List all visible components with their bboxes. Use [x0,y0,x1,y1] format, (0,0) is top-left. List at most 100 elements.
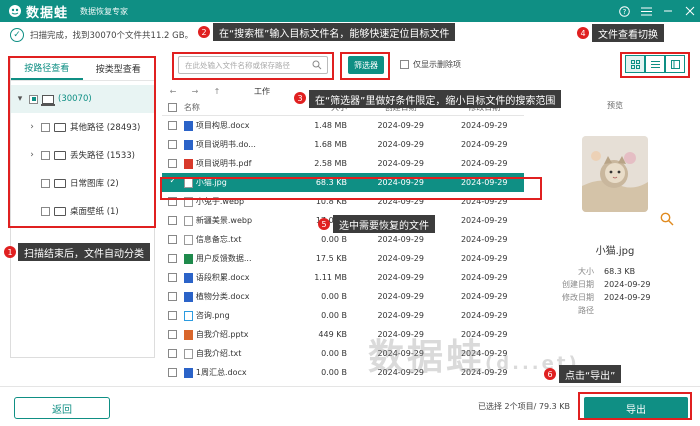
file-modified: 2024-09-29 [460,197,508,206]
file-modified: 2024-09-29 [460,235,508,244]
row-checkbox[interactable] [168,273,178,282]
table-row[interactable]: 项目说明书.pdf 2.58 MB 2024-09-29 2024-09-29 [162,154,524,173]
deleted-only-checkbox[interactable] [400,60,409,69]
search-icon[interactable] [312,60,322,70]
minimize-icon[interactable] [662,5,674,17]
row-checkbox[interactable] [168,330,178,339]
file-name: 自我介绍.pptx [195,330,249,339]
row-checkbox[interactable] [168,197,178,206]
row-checkbox[interactable] [168,292,178,301]
tree-item-other[interactable]: › 其他路径 (28493) [11,113,154,141]
help-icon[interactable]: ? [618,5,630,17]
row-checkbox[interactable] [168,349,178,358]
file-created: 2024-09-29 [377,330,424,339]
tree-item-wallpaper[interactable]: 桌面壁纸 (1) [11,197,154,225]
file-name-cell: 咨询.png [183,310,279,321]
table-row[interactable]: 植物分类.docx 0.00 B 2024-09-29 2024-09-29 [162,287,524,306]
tree-item-lost[interactable]: › 丢失路径 (1533) [11,141,154,169]
tree-item-checkbox[interactable] [41,206,50,216]
zoom-icon[interactable] [660,212,674,226]
grid-view-icon[interactable] [626,56,644,72]
back-arrow-icon[interactable]: ← [162,87,184,96]
table-row[interactable]: 小猫.jpg 68.3 KB 2024-09-29 2024-09-29 [162,173,524,192]
file-created: 2024-09-29 [377,254,424,263]
chevron-down-icon[interactable]: ▾ [15,94,25,104]
file-created: 2024-09-29 [377,292,424,301]
up-arrow-icon[interactable]: ↑ [206,87,228,96]
app-logo-icon [8,4,22,18]
callout-select: 选中需要恢复的文件 [333,215,435,233]
folder-icon [54,206,66,216]
row-checkbox[interactable] [168,176,178,187]
breadcrumb[interactable]: 工作 [254,86,270,97]
preview-image[interactable] [582,136,648,212]
row-checkbox[interactable] [168,216,178,225]
file-size: 1.48 MB [314,121,347,130]
app-subtitle: 数据恢复专家 [80,6,129,16]
chevron-right-icon[interactable]: › [27,122,37,132]
callout-badge: 5 [318,218,330,230]
tree-item-label: 丢失路径 (1533) [70,151,135,161]
tree-item-checkbox[interactable] [41,178,50,188]
file-type-icon [183,234,193,245]
row-checkbox[interactable] [168,368,178,377]
export-button[interactable]: 导出 [584,397,688,419]
search-input[interactable]: 在此处输入文件名称或保存路径 [178,56,328,74]
file-modified: 2024-09-29 [460,159,508,168]
list-view-icon[interactable] [646,56,664,72]
table-row[interactable]: 项目构思.docx 1.48 MB 2024-09-29 2024-09-29 [162,116,524,135]
back-button[interactable]: 返回 [14,397,110,419]
file-name: 项目说明书.pdf [195,159,252,168]
col-name[interactable]: 名称 [184,102,279,113]
table-row[interactable]: 小兔子.webp 10.8 KB 2024-09-29 2024-09-29 [162,192,524,211]
file-name: 项目构思.docx [195,121,250,130]
menu-icon[interactable] [640,5,652,17]
close-icon[interactable] [684,5,696,17]
table-row[interactable]: 咨询.png 0.00 B 2024-09-29 2024-09-29 [162,306,524,325]
file-created: 2024-09-29 [377,140,424,149]
file-modified: 2024-09-29 [460,140,508,149]
tab-by-path[interactable]: 按路径查看 [11,57,83,80]
row-checkbox[interactable] [168,140,178,149]
row-checkbox[interactable] [168,121,178,130]
deleted-only-toggle[interactable]: 仅显示删除项 [400,59,461,70]
folder-icon [54,122,66,132]
callout-badge: 3 [294,92,306,104]
tree-root-checkbox[interactable] [29,94,38,104]
table-row[interactable]: 自我介绍.txt 0.00 B 2024-09-29 2024-09-29 [162,344,524,363]
file-name: 用户反馈数据... [195,254,252,263]
file-type-icon [183,291,193,302]
table-row[interactable]: 语段积累.docx 1.11 MB 2024-09-29 2024-09-29 [162,268,524,287]
file-name-cell: 语段积累.docx [183,272,279,283]
file-created: 2024-09-29 [377,368,424,377]
row-checkbox[interactable] [168,159,178,168]
table-row[interactable]: 自我介绍.pptx 449 KB 2024-09-29 2024-09-29 [162,325,524,344]
preview-panel: 预览 小猫.jpg 大小 68.3 KB 创建日期 2024-09-29 修改日期 2… [540,100,690,350]
select-all-checkbox[interactable] [168,103,178,112]
meta-key: 路径 [578,306,594,315]
file-created: 2024-09-29 [377,235,424,244]
meta-value: 68.3 KB [604,267,636,276]
tree-item-gallery[interactable]: 日常图库 (2) [11,169,154,197]
toolbar: 在此处输入文件名称或保存路径 筛选器 仅显示删除项 [172,52,692,80]
file-type-icon [183,215,193,226]
row-checkbox[interactable] [168,254,178,263]
row-checkbox[interactable] [168,235,178,244]
file-modified: 2024-09-29 [460,311,508,320]
callout-badge: 1 [4,246,16,258]
table-row[interactable]: 1周汇总.docx 0.00 B 2024-09-29 2024-09-29 [162,363,524,382]
tree-root[interactable]: ▾ (30070) [11,85,154,113]
file-modified: 2024-09-29 [460,273,508,282]
table-row[interactable]: 项目说明书.do... 1.68 MB 2024-09-29 2024-09-29 [162,135,524,154]
forward-arrow-icon[interactable]: → [184,87,206,96]
row-checkbox[interactable] [168,311,178,320]
detail-view-icon[interactable] [666,56,684,72]
file-name: 咨询.png [195,311,230,320]
tree-item-checkbox[interactable] [41,150,50,160]
file-type-icon [183,310,193,321]
filter-button[interactable]: 筛选器 [348,56,384,74]
table-row[interactable]: 用户反馈数据... 17.5 KB 2024-09-29 2024-09-29 [162,249,524,268]
chevron-right-icon[interactable]: › [27,150,37,160]
tree-item-checkbox[interactable] [41,122,50,132]
tab-by-type[interactable]: 按类型查看 [83,57,155,80]
